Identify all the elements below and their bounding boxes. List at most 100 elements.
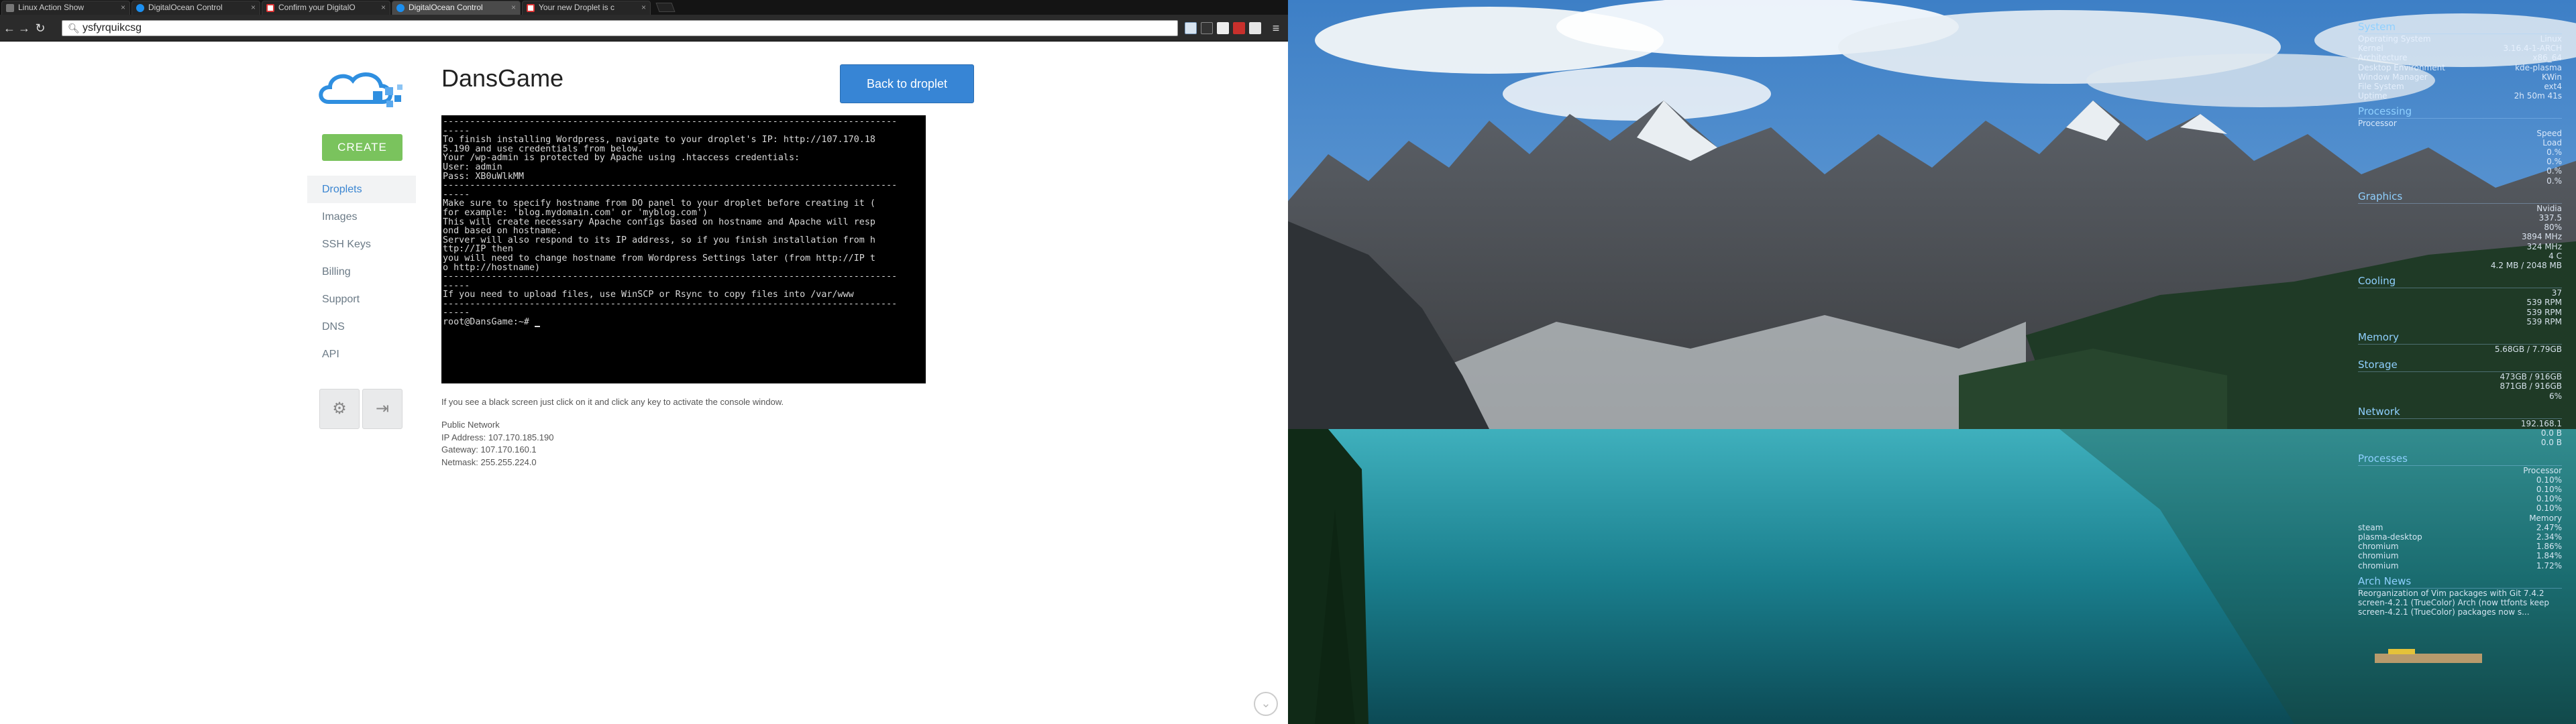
settings-button[interactable]: ⚙ [319,389,360,429]
conky-value: Nvidia [2536,203,2562,213]
conky-row: 4.2 MB / 2048 MB [2358,261,2562,270]
conky-row: 3894 MHz [2358,232,2562,241]
sidebar-item-dns[interactable]: DNS [307,313,416,341]
console-line: o http://hostname) [443,263,541,273]
sidebar-item-support[interactable]: Support [307,286,416,313]
sidebar-item-api[interactable]: API [307,341,416,368]
arch-news-item[interactable]: screen-4.2.1 (TrueColor) packages now s.… [2358,607,2562,617]
conky-row: 5.68GB / 7.79GB [2358,345,2562,354]
create-button[interactable]: CREATE [322,134,402,161]
conky-value: 539 RPM [2526,316,2562,326]
extension-icon[interactable] [1249,22,1261,34]
digitalocean-console-page: CREATE Droplets Images SSH Keys Billing … [0,42,1288,724]
conky-row: 6% [2358,391,2562,401]
sidebar-item-droplets[interactable]: Droplets [307,176,416,203]
console-line: root@DansGame:~# [443,318,924,327]
conky-value: 1.86% [2536,542,2562,552]
arch-news-item[interactable]: screen-4.2.1 (TrueColor) Arch (now ttfon… [2358,598,2562,607]
close-icon[interactable]: × [641,1,646,14]
conky-row: 0.% [2358,147,2562,157]
network-info: Public Network IP Address: 107.170.185.1… [441,419,553,469]
sidebar-item-billing[interactable]: Billing [307,258,416,286]
reload-icon[interactable]: ↻ [34,21,47,35]
console-terminal[interactable]: ----------------------------------------… [441,115,926,383]
console-line: ----------------------------------------… [443,272,898,282]
arch-news-item[interactable]: Reorganization of Vim packages with Git … [2358,589,2562,598]
conky-row: Nvidia [2358,204,2562,213]
close-icon[interactable]: × [251,1,256,14]
logout-icon: ⇥ [375,400,390,418]
adblock-icon[interactable] [1233,22,1245,34]
close-icon[interactable]: × [121,1,125,14]
address-bar[interactable]: 🔍︎ ysfyrquikcsg [62,20,1178,36]
conky-label: chromium [2358,560,2399,570]
conky-row: Speed [2358,129,2562,138]
console-line: ----------------------------------------… [443,117,898,127]
browser-toolbar: ← → ↻ 🔍︎ ysfyrquikcsg ≡ [0,15,1288,42]
conky-row: Processor [2358,466,2562,475]
extension-icon[interactable] [1201,22,1213,34]
conky-row: 473GB / 916GB [2358,372,2562,381]
conky-label: Processor [2358,119,2397,129]
tab-digitalocean-control-2[interactable]: DigitalOcean Control × [392,1,521,15]
conky-row: chromium 1.84% [2358,551,2562,560]
console-line: Pass: XB0uWlkMM [443,172,524,182]
conky-row: Uptime 2h 50m 41s [2358,91,2562,101]
tab-title: Confirm your DigitalO [278,3,356,12]
conky-value: Speed [2536,128,2562,138]
console-line: ----- [443,126,470,136]
conky-row: 0.10% [2358,503,2562,513]
conky-row: 0.% [2358,166,2562,176]
sidebar-item-images[interactable]: Images [307,203,416,231]
conky-label: plasma-desktop [2358,532,2422,542]
menu-icon[interactable]: ≡ [1269,21,1283,35]
address-text: ysfyrquikcsg [83,22,142,34]
console-line: ----- [443,308,470,318]
conky-value: 0.10% [2536,494,2562,504]
conky-value: 871GB / 916GB [2500,381,2562,391]
conky-row: 337.5 [2358,213,2562,223]
conky-row: Processor [2358,119,2562,128]
conky-label: Architecture [2358,53,2408,63]
conky-value: Processor [2523,465,2562,475]
conky-label: Desktop Environment [2358,62,2445,72]
conky-section-heading: System [2358,20,2562,34]
conky-value: 1.72% [2536,560,2562,570]
conky-value: Linux [2540,34,2562,44]
extension-icon[interactable] [1217,22,1229,34]
conky-row: 871GB / 916GB [2358,381,2562,391]
conky-value: 0.% [2546,157,2562,167]
conky-row: 0.10% [2358,494,2562,503]
conky-value: 5.68GB / 7.79GB [2494,345,2562,355]
scroll-down-icon[interactable]: ⌄ [1254,692,1278,716]
conky-row: 0.10% [2358,485,2562,494]
tab-new-droplet-email[interactable]: Your new Droplet is c × [522,1,651,15]
tab-confirm-digitalocean[interactable]: Confirm your DigitalO × [262,1,390,15]
back-arrow-icon[interactable]: ← [3,21,16,35]
conky-row: 0.0 B [2358,438,2562,447]
network-heading: Public Network [441,420,500,430]
console-line: ----- [443,190,470,200]
gateway: Gateway: 107.170.160.1 [441,444,537,455]
sidebar-item-ssh-keys[interactable]: SSH Keys [307,231,416,258]
back-to-droplet-button[interactable]: Back to droplet [840,64,974,103]
conky-row: Operating System Linux [2358,34,2562,44]
conky-value: 539 RPM [2526,307,2562,317]
close-icon[interactable]: × [511,1,516,14]
conky-value: 80% [2544,223,2562,233]
console-line: for example: 'blog.mydomain.com' or 'myb… [443,208,708,218]
logout-button[interactable]: ⇥ [362,389,402,429]
new-tab-button[interactable] [655,3,676,12]
close-icon[interactable]: × [381,1,386,14]
tab-linux-action-show[interactable]: Linux Action Show × [1,1,130,15]
conky-label: chromium [2358,542,2399,552]
forward-arrow-icon[interactable]: → [17,21,31,35]
tab-digitalocean-control-1[interactable]: DigitalOcean Control × [131,1,260,15]
bookmark-icon[interactable] [1185,22,1197,34]
conky-value: ext4 [2544,82,2562,92]
tab-title: Your new Droplet is c [539,3,614,12]
conky-section-heading: Processing [2358,105,2562,119]
conky-row: 539 RPM [2358,298,2562,307]
console-line: Make sure to specify hostname from DO pa… [443,199,875,208]
console-line: Your /wp-admin is protected by Apache us… [443,154,800,163]
